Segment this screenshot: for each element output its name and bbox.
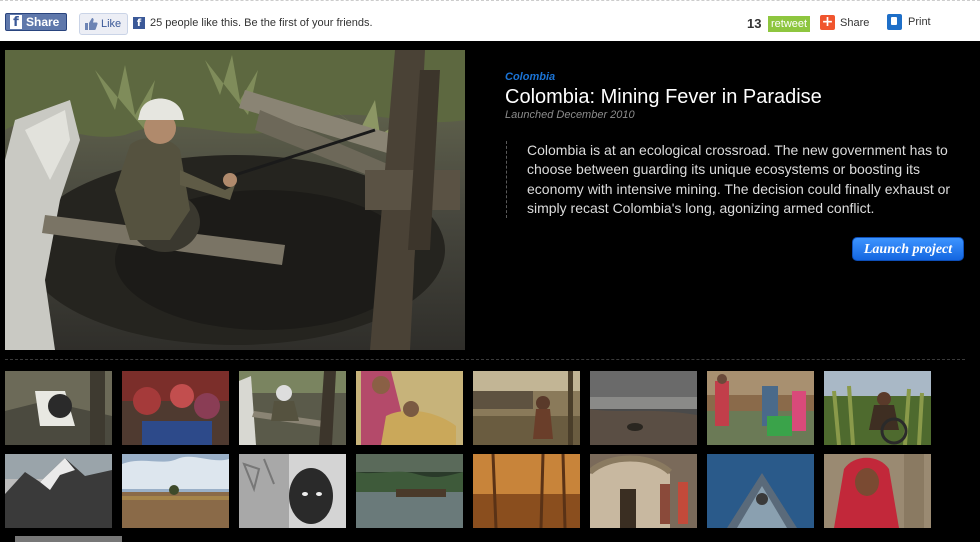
thumbnail-2[interactable] <box>122 371 229 445</box>
print-label: Print <box>908 16 931 28</box>
thumbnail-3[interactable] <box>239 371 346 445</box>
retweet-button[interactable]: retweet <box>768 16 811 32</box>
project-title: Colombia: Mining Fever in Paradise <box>505 86 822 108</box>
thumbnail-4[interactable] <box>356 371 463 445</box>
thumbnail-8[interactable] <box>824 371 931 445</box>
share-label: Share <box>840 16 870 29</box>
share-bar: f Share Like f 25 people like this. Be t… <box>0 0 980 41</box>
thumbnail-9[interactable] <box>5 454 112 528</box>
launch-project-button[interactable]: Launch project <box>852 237 964 261</box>
thumbnail-15[interactable] <box>707 454 814 528</box>
facebook-icon: f <box>10 15 22 30</box>
launch-date: Launched December 2010 <box>505 109 635 121</box>
like-count-text: f 25 people like this. Be the first of y… <box>133 17 373 29</box>
thumbnail-14[interactable] <box>590 454 697 528</box>
thumbnail-5[interactable] <box>473 371 580 445</box>
thumbnail-11[interactable] <box>239 454 346 528</box>
thumbnail-13[interactable] <box>473 454 580 528</box>
thumbnail-partial <box>15 536 122 542</box>
thumbnail-1[interactable] <box>5 371 112 445</box>
plus-icon: + <box>820 14 835 30</box>
thumbnail-strip <box>5 371 980 542</box>
section-divider <box>5 359 965 360</box>
facebook-mini-icon: f <box>133 17 145 29</box>
thumbnail-10[interactable] <box>122 454 229 528</box>
thumbs-up-icon <box>85 18 98 30</box>
project-description: Colombia is at an ecological crossroad. … <box>506 141 962 219</box>
thumbnail-6[interactable] <box>590 371 697 445</box>
addthis-share-button[interactable]: + Share <box>820 15 869 30</box>
tweet-count: 13 <box>747 16 762 31</box>
thumbnail-7[interactable] <box>707 371 814 445</box>
like-summary: 25 people like this. Be the first of you… <box>150 17 373 29</box>
facebook-share-button[interactable]: f Share <box>5 13 68 31</box>
facebook-like-button[interactable]: Like <box>79 13 129 35</box>
hero-photo[interactable] <box>5 50 465 350</box>
project-category[interactable]: Colombia <box>505 71 555 83</box>
print-icon <box>887 14 902 30</box>
print-button[interactable]: Print <box>887 14 931 30</box>
facebook-share-label: Share <box>26 15 60 29</box>
thumbnail-16[interactable] <box>824 454 931 528</box>
thumbnail-12[interactable] <box>356 454 463 528</box>
like-label: Like <box>101 18 122 30</box>
